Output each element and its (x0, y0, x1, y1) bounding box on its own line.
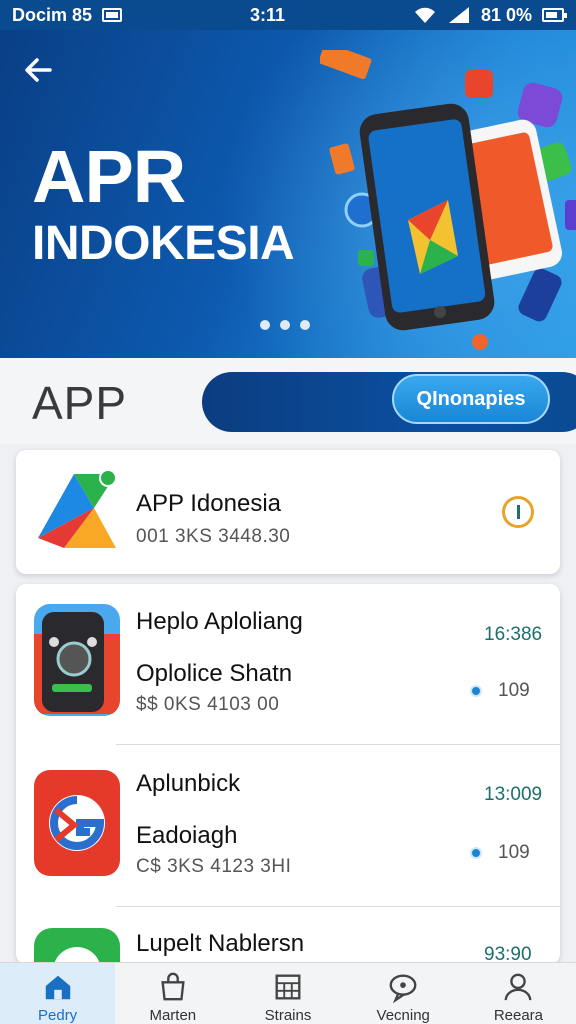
nav-label: Reeara (493, 1007, 544, 1024)
chat-icon (389, 974, 417, 1003)
home-icon (45, 975, 70, 1000)
featured-app-title: APP Idonesia (136, 490, 281, 517)
status-time: 3:11 (249, 4, 286, 25)
list-item-title: Heplo Aploliang (136, 608, 303, 635)
list-item-time: 13:009 (484, 784, 543, 805)
controller-app-icon (34, 604, 120, 716)
list-item-count-value: 109 (498, 680, 530, 701)
list-item-count-value: 109 (498, 842, 530, 863)
status-bar: Docim 85 3:11 81 0% (0, 0, 576, 30)
app-list-card: Heplo Aploliang Oplolice Shatn $$ 0KS 41… (16, 584, 560, 1014)
bag-icon (161, 972, 185, 1001)
categories-button[interactable]: QInonapies (392, 374, 550, 424)
app-logo-icon (34, 468, 120, 554)
list-item-time: 16:386 (484, 624, 543, 645)
nav-label: Marten (149, 1007, 197, 1024)
list-item-meta: $$ 0KS 4103 00 (136, 694, 280, 715)
carousel-dot[interactable] (280, 320, 290, 330)
nav-strains[interactable]: Strains (230, 963, 345, 1024)
wifi-icon (413, 6, 437, 24)
info-icon[interactable] (502, 496, 534, 528)
battery-icon (541, 8, 567, 22)
nav-vecning[interactable]: Vecning (346, 963, 461, 1024)
list-item-title: Lupelt Nablersn (136, 930, 305, 957)
status-dot-icon (470, 847, 482, 859)
nav-label: Pedry (38, 1007, 78, 1024)
nav-label: Vecning (376, 1007, 430, 1024)
list-item-count: 109 (470, 680, 530, 702)
list-divider (116, 744, 560, 745)
back-arrow-icon[interactable] (20, 52, 56, 88)
list-item-meta: C$ 3KS 4123 3HI (136, 856, 292, 877)
carousel-dots[interactable] (260, 320, 310, 330)
hero-title-line1: APR (32, 135, 186, 218)
featured-app-card[interactable]: APP Idonesia 001 3KS 3448.30 (16, 450, 560, 574)
nav-label: Strains (264, 1007, 312, 1024)
nav-marten[interactable]: Marten (115, 963, 230, 1024)
list-item-subtitle: Eadoiagh (136, 822, 238, 849)
nav-home[interactable]: Pedry (0, 963, 116, 1024)
section-header: APP QInonapies (0, 358, 576, 444)
hero-banner[interactable]: APR INDOKESIA (0, 30, 576, 358)
phones-illustration (320, 50, 576, 350)
featured-app-subtitle: 001 3KS 3448.30 (136, 526, 291, 547)
red-app-icon (34, 770, 120, 876)
nav-reeara[interactable]: Reeara (461, 963, 576, 1024)
section-label: APP (32, 377, 128, 429)
list-item-subtitle: Oplolice Shatn (136, 660, 293, 687)
status-dot-icon (470, 685, 482, 697)
list-item-title: Aplunbick (136, 770, 241, 797)
profile-icon (504, 973, 532, 1001)
status-carrier-text: Docim 85 (12, 4, 93, 25)
hero-title-line2: INDOKESIA (32, 217, 295, 270)
list-divider (116, 906, 560, 907)
signal-icon (447, 6, 471, 24)
grid-icon (275, 974, 301, 1000)
notification-icon (102, 8, 123, 22)
bottom-nav: Pedry Marten Strains Vecning Reeara (0, 962, 576, 1024)
list-item-count: 109 (470, 842, 530, 864)
carousel-dot[interactable] (300, 320, 310, 330)
battery-percent: 81 0% (480, 4, 532, 25)
carousel-dot[interactable] (260, 320, 270, 330)
hero-title: APR INDOKESIA (32, 135, 295, 274)
